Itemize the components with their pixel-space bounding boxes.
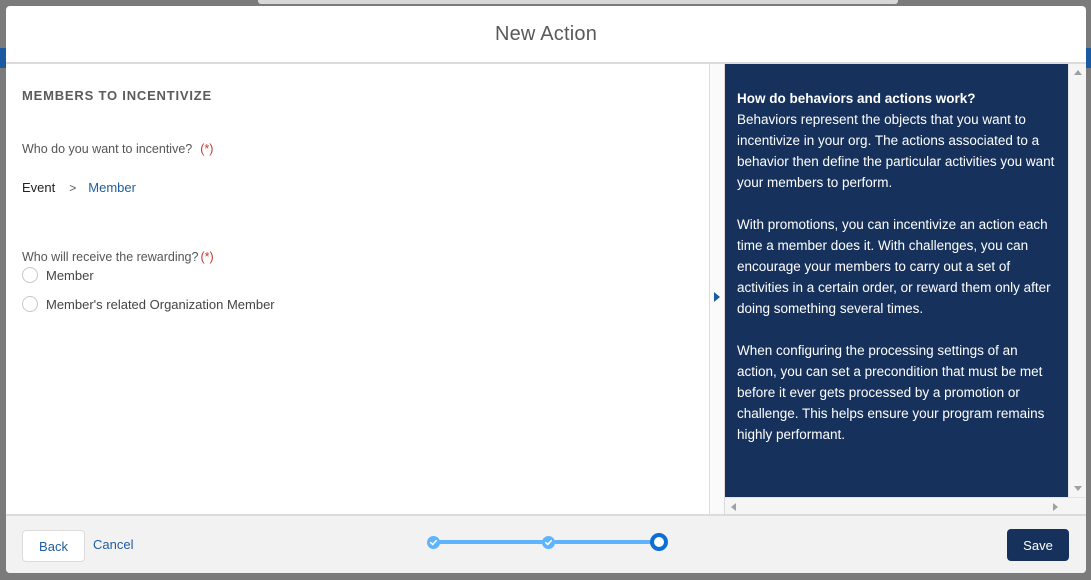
step-2[interactable] (542, 536, 555, 549)
chevron-right-icon[interactable] (714, 292, 720, 302)
cancel-link[interactable]: Cancel (93, 537, 133, 552)
modal-footer: Back Cancel Save (6, 514, 1086, 573)
reward-option-label: Member's related Organization Member (46, 296, 275, 312)
incentive-question-label: Who do you want to incentive? (22, 142, 193, 156)
radio-button[interactable] (22, 267, 38, 283)
vertical-scrollbar[interactable] (1068, 64, 1086, 497)
check-icon (429, 539, 438, 546)
scroll-right-icon[interactable] (1053, 503, 1058, 511)
scroll-up-icon[interactable] (1074, 70, 1082, 75)
back-button[interactable]: Back (22, 530, 85, 562)
help-panel-toggle[interactable] (709, 64, 725, 516)
background-tab (258, 0, 898, 4)
required-marker: (*) (200, 142, 214, 156)
path-separator: > (69, 180, 77, 195)
required-marker: (*) (200, 250, 214, 264)
reward-question: Who will receive the rewarding? (*) (22, 250, 214, 264)
help-paragraph-2: With promotions, you can incentivize an … (737, 217, 1051, 316)
progress-stepper (426, 532, 672, 558)
step-1[interactable] (427, 536, 440, 549)
modal-header: New Action (6, 6, 1086, 64)
reward-option-label: Member (46, 267, 94, 283)
step-connector (438, 540, 544, 544)
reward-question-label: Who will receive the rewarding? (22, 250, 199, 264)
step-connector (554, 540, 652, 544)
check-icon (544, 539, 553, 546)
modal-body: MEMBERS TO INCENTIVIZE Who do you want t… (6, 64, 1086, 516)
step-3-ring-icon[interactable] (650, 533, 668, 551)
new-action-modal: New Action MEMBERS TO INCENTIVIZE Who do… (6, 6, 1086, 573)
modal-title: New Action (494, 22, 598, 45)
radio-button[interactable] (22, 296, 38, 312)
help-panel: How do behaviors and actions work? Behav… (725, 64, 1086, 516)
section-title: MEMBERS TO INCENTIVIZE (22, 88, 212, 103)
help-content: How do behaviors and actions work? Behav… (725, 64, 1068, 497)
help-text: Behaviors represent the objects that you… (737, 112, 1055, 190)
incentive-question: Who do you want to incentive? (*) (22, 142, 213, 156)
object-path: Event > Member (22, 180, 136, 195)
help-heading: How do behaviors and actions work? (737, 91, 976, 106)
save-button[interactable]: Save (1007, 529, 1069, 561)
help-paragraph-1: How do behaviors and actions work? Behav… (737, 88, 1058, 193)
scroll-left-icon[interactable] (731, 503, 736, 511)
reward-option-organization-member[interactable]: Member's related Organization Member (22, 296, 275, 312)
help-paragraph-3: When configuring the processing settings… (737, 343, 1045, 442)
reward-option-member[interactable]: Member (22, 267, 94, 283)
path-leaf-link[interactable]: Member (88, 180, 136, 195)
path-root: Event (22, 180, 56, 195)
form-pane: MEMBERS TO INCENTIVIZE Who do you want t… (6, 64, 709, 516)
scroll-down-icon[interactable] (1074, 486, 1082, 491)
